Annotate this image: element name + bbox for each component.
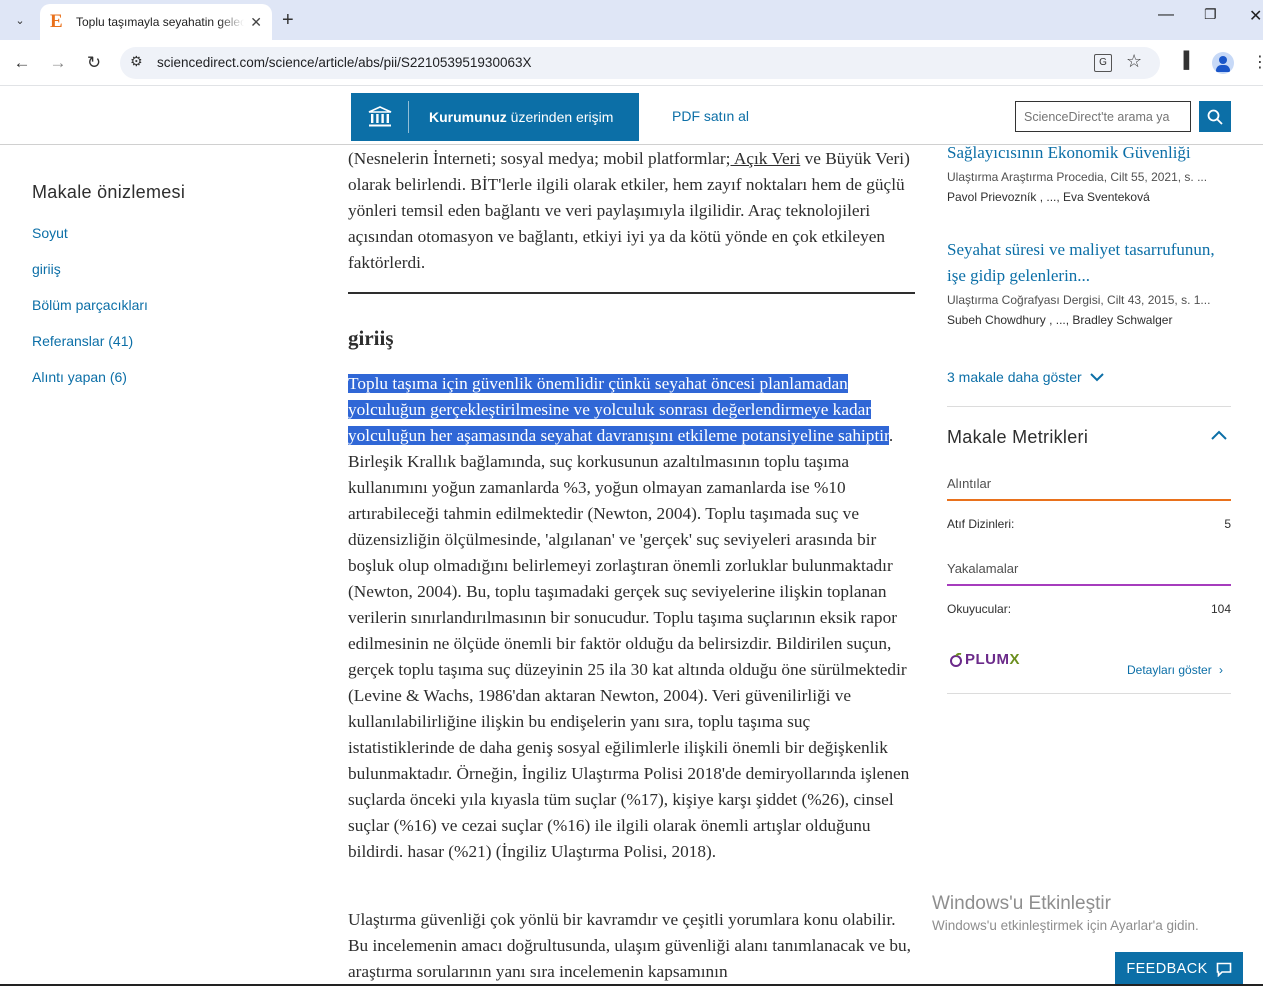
reload-icon[interactable]: ↻ — [81, 50, 107, 76]
search-input[interactable] — [1015, 101, 1191, 132]
chevron-up-icon[interactable] — [1211, 427, 1227, 445]
citations-label: Alıntılar — [947, 476, 1231, 501]
profile-avatar-icon[interactable] — [1212, 52, 1234, 74]
tab-close-icon[interactable]: ✕ — [250, 14, 262, 31]
open-data-link[interactable]: Açık Veri — [730, 149, 800, 168]
introduction-paragraph: Toplu taşıma için güvenlik önemlidir çün… — [348, 374, 910, 861]
related-article-meta: Ulaştırma Araştırma Procedia, Cilt 55, 2… — [947, 170, 1208, 184]
url-text[interactable]: sciencedirect.com/science/article/abs/pi… — [157, 55, 531, 70]
nav-item-introduction[interactable]: giriiş — [32, 261, 292, 297]
access-label: Kurumunuz üzerinden erişim — [429, 109, 614, 125]
site-info-icon[interactable]: ⚙ — [130, 53, 143, 70]
article-preview-nav: Makale önizlemesi Soyut giriiş Bölüm par… — [32, 182, 292, 405]
chevron-down-icon — [1089, 369, 1104, 385]
tab-search-chevron-icon[interactable]: ⌄ — [8, 8, 32, 32]
bookmark-star-icon[interactable]: ☆ — [1126, 51, 1142, 72]
section-title: giriiş — [348, 326, 394, 350]
search-button[interactable] — [1199, 101, 1231, 132]
browser-tab-bar: ⌄ E Toplu taşımayla seyahatin geleceği ✕… — [0, 0, 1263, 40]
feedback-button[interactable]: FEEDBACK — [1115, 952, 1243, 986]
nav-title: Makale önizlemesi — [32, 182, 186, 202]
metrics-divider — [947, 693, 1231, 694]
second-paragraph: Ulaştırma güvenliği çok yönlü bir kavram… — [348, 910, 911, 981]
forward-arrow-icon[interactable]: → — [45, 50, 71, 76]
nav-item-abstract[interactable]: Soyut — [32, 225, 292, 261]
back-arrow-icon[interactable]: ← — [9, 50, 35, 76]
browser-toolbar: ← → ↻ ⚙ sciencedirect.com/science/articl… — [0, 40, 1263, 86]
translate-icon[interactable]: G — [1094, 54, 1112, 72]
nav-item-cited-by[interactable]: Alıntı yapan (6) — [32, 369, 292, 405]
close-window-icon[interactable]: ✕ — [1249, 6, 1262, 26]
related-article-1: Sağlayıcısının Ekonomik Güvenliği Ulaştı… — [947, 140, 1232, 204]
citation-index-row: Atıf Dizinleri: 5 — [947, 517, 1231, 531]
related-article-authors: Pavol Prievozník , ..., Eva Sventeková — [947, 190, 1150, 204]
restore-icon[interactable]: ❐ — [1204, 6, 1217, 23]
citation-index-label: Atıf Dizinleri: — [947, 517, 1015, 531]
related-article-authors: Subeh Chowdhury , ..., Bradley Schwalger — [947, 313, 1173, 327]
citation-index-value: 5 — [1224, 517, 1231, 531]
tab-title: Toplu taşımayla seyahatin geleceği — [76, 15, 244, 29]
elsevier-favicon-icon: E — [50, 11, 63, 32]
new-tab-plus-icon[interactable]: + — [282, 8, 294, 32]
address-bar[interactable]: ⚙ sciencedirect.com/science/article/abs/… — [120, 47, 1160, 79]
article-metrics-header[interactable]: Makale Metrikleri — [947, 406, 1231, 448]
nav-item-section-snippets[interactable]: Bölüm parçacıkları — [32, 297, 292, 333]
related-article-meta: Ulaştırma Coğrafyası Dergisi, Cilt 43, 2… — [947, 293, 1211, 307]
show-more-articles-link[interactable]: 3 makale daha göster — [947, 369, 1104, 385]
plumx-logo: PLUM X — [949, 651, 1020, 668]
buy-pdf-link[interactable]: PDF satın al — [672, 108, 749, 124]
metrics-title: Makale Metrikleri — [947, 427, 1089, 447]
chevron-right-icon: › — [1219, 663, 1224, 677]
chat-bubble-icon — [1216, 962, 1231, 977]
related-article-title[interactable]: Seyahat süresi ve maliyet tasarrufunun, … — [947, 237, 1232, 289]
related-article-2: Seyahat süresi ve maliyet tasarrufunun, … — [947, 237, 1232, 327]
selected-text: Toplu taşıma için güvenlik önemlidir çün… — [348, 374, 889, 445]
captures-label: Yakalamalar — [947, 561, 1231, 586]
nav-item-references[interactable]: Referanslar (41) — [32, 333, 292, 369]
search-icon — [1207, 109, 1223, 125]
article-previous-paragraph: (Nesnelerin İnterneti; sosyal medya; mob… — [348, 149, 910, 272]
site-header: Kurumunuz üzerinden erişim PDF satın al — [0, 87, 1263, 145]
plumx-icon — [950, 652, 962, 667]
menu-kebab-icon[interactable]: ⋮ — [1252, 52, 1263, 72]
view-details-link[interactable]: Detayları göster › — [1127, 663, 1223, 677]
readers-label: Okuyucular: — [947, 602, 1012, 616]
side-panel-icon[interactable]: ▐ — [1178, 52, 1189, 70]
minimize-icon[interactable]: — — [1158, 6, 1174, 24]
institution-icon — [351, 101, 409, 133]
section-divider — [348, 292, 915, 294]
readers-row: Okuyucular: 104 — [947, 602, 1231, 616]
windows-activation-watermark: Windows'u Etkinleştir Windows'u etkinleş… — [932, 893, 1199, 933]
readers-value: 104 — [1210, 602, 1231, 616]
browser-tab[interactable]: E Toplu taşımayla seyahatin geleceği ✕ — [40, 4, 272, 40]
institution-access-button[interactable]: Kurumunuz üzerinden erişim — [351, 93, 639, 141]
